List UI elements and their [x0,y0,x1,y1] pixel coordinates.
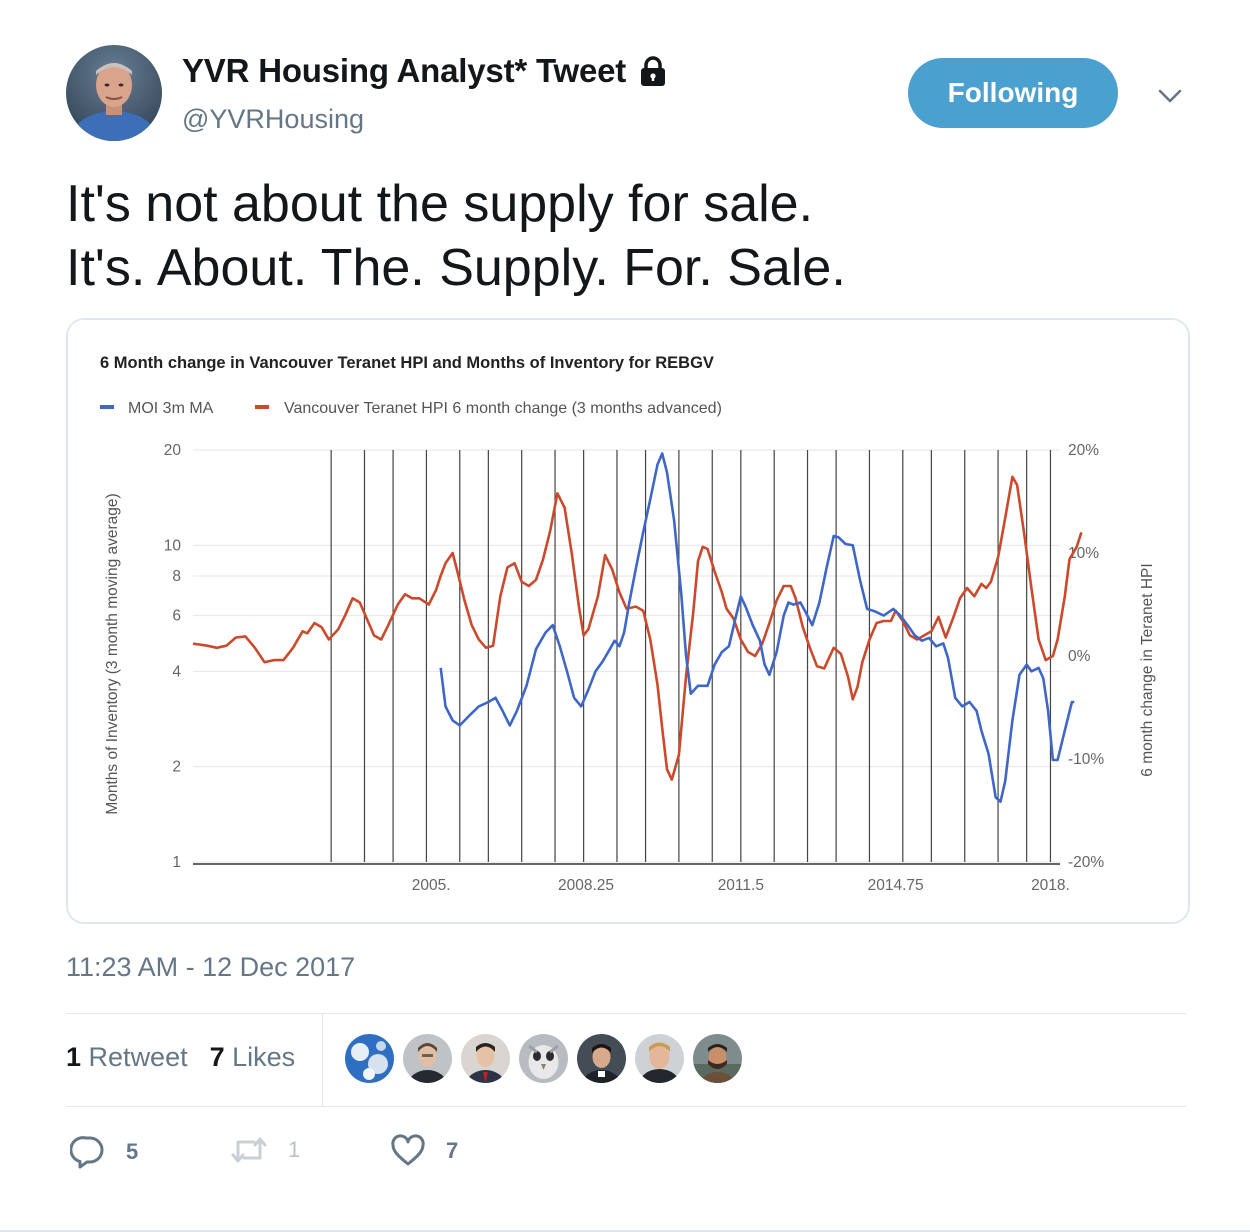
x-axis-tick-label: 2008.25 [558,877,614,894]
liker-avatar[interactable] [461,1034,510,1083]
left-axis-ticks: 20 10 8 6 4 2 1 [164,442,182,871]
stats-divider-vertical [322,1014,323,1106]
x-axis-tick-label: 2005. [412,877,451,894]
horizontal-gridlines [193,449,1060,863]
left-axis-tick-label: 4 [172,663,181,680]
liker-avatar[interactable] [403,1034,452,1083]
left-axis-label: Months of Inventory (3 month moving aver… [104,493,121,814]
liker-avatar[interactable] [635,1034,684,1083]
author-name-row[interactable]: YVR Housing Analyst* Tweet [182,52,668,90]
heart-icon [391,1134,425,1166]
reply-icon [70,1136,104,1169]
left-axis-tick-label: 2 [172,759,181,776]
liker-avatar[interactable] [577,1034,626,1083]
avatar-image [66,45,162,141]
series-line-hpi [192,475,1083,781]
retweet-action[interactable]: 1 [230,1134,300,1166]
left-axis-tick-label: 1 [172,854,181,871]
media-card[interactable]: 6 Month change in Vancouver Teranet HPI … [66,318,1190,924]
author-handle[interactable]: @YVRHousing [182,104,364,135]
right-axis-tick-label: -10% [1068,751,1104,768]
right-axis-ticks: 20%10%0%-10%-20% [1068,442,1104,871]
tweet-text: It's not about the supply for sale. It's… [66,172,846,300]
liker-avatar[interactable] [345,1034,394,1083]
likes-stat[interactable]: 7 Likes [210,1042,296,1073]
stats-divider-bottom [66,1106,1186,1107]
x-axis-tick-label: 2018. [1031,877,1070,894]
tweet-actions: 5 1 7 [70,1134,670,1174]
left-axis-tick-label: 6 [172,608,181,625]
likers-avatars [345,1034,742,1083]
left-axis-tick-label: 10 [164,537,182,554]
right-axis-label: 6 month change in Teranet HPI [1139,563,1156,776]
likes-label: Likes [232,1042,296,1072]
stats-divider-top [66,1013,1186,1014]
x-axis-tick-label: 2014.75 [868,877,924,894]
liker-avatar[interactable] [519,1034,568,1083]
legend-swatch-hpi [255,405,269,409]
display-name[interactable]: YVR Housing Analyst* Tweet [182,52,626,90]
lock-icon [641,56,666,86]
right-axis-tick-label: 0% [1068,648,1091,665]
retweets-count: 1 [66,1042,82,1072]
chart-legend: MOI 3m MA Vancouver Teranet HPI 6 month … [100,400,722,417]
chevron-down-icon[interactable] [1156,82,1184,110]
left-axis-tick-label: 8 [172,568,181,585]
author-avatar[interactable] [66,45,162,141]
chart: 6 Month change in Vancouver Teranet HPI … [100,354,1156,894]
x-axis-ticks: 2005. 2008.25 2011.5 2014.75 2018. [412,877,1070,894]
legend-label-hpi: Vancouver Teranet HPI 6 month change (3 … [284,400,722,417]
x-axis-tick-label: 2011.5 [718,877,764,894]
reply-action[interactable]: 5 [70,1134,138,1170]
tweet-text-line-2: It's. About. The. Supply. For. Sale. [66,239,846,297]
left-axis-tick-label: 20 [164,442,182,459]
tweet-timestamp[interactable]: 11:23 AM - 12 Dec 2017 [66,952,355,983]
series-line-moi [439,452,1075,803]
tweet-stats: 1 Retweet 7 Likes [66,1042,295,1073]
reply-count: 5 [126,1139,139,1164]
chart-title: 6 Month change in Vancouver Teranet HPI … [100,354,714,372]
like-action[interactable]: 7 [390,1134,458,1168]
following-button[interactable]: Following [908,58,1118,128]
right-axis-tick-label: 20% [1068,442,1099,459]
liker-avatar[interactable] [693,1034,742,1083]
tweet-text-line-1: It's not about the supply for sale. [66,175,814,233]
retweet-icon [231,1137,267,1163]
retweets-stat[interactable]: 1 Retweet [66,1042,188,1073]
right-axis-tick-label: -20% [1068,854,1104,871]
likes-count: 7 [209,1042,225,1072]
legend-swatch-moi [100,405,114,409]
vertical-gridlines [330,450,1052,862]
retweet-count: 1 [288,1137,301,1162]
legend-label-moi: MOI 3m MA [128,400,214,417]
like-count: 7 [446,1138,459,1163]
retweets-label: Retweet [88,1042,188,1072]
